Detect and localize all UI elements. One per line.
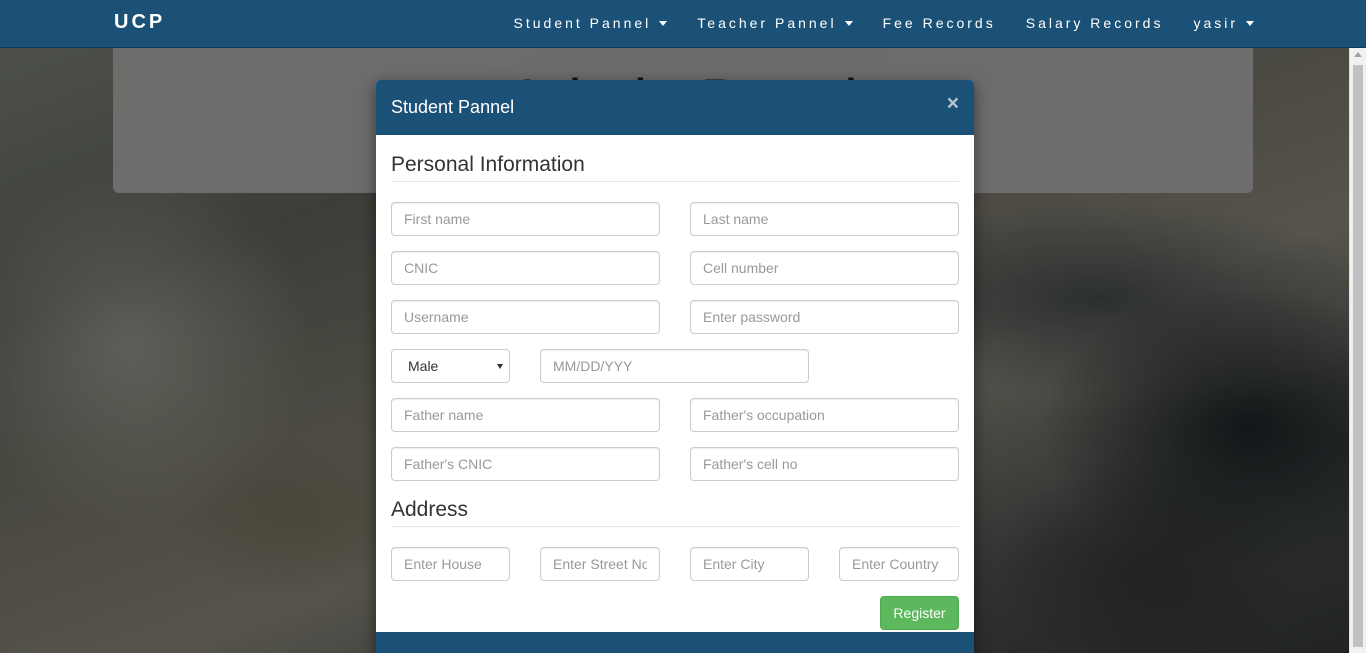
city-input[interactable] <box>690 547 809 581</box>
caret-down-icon <box>844 20 853 26</box>
modal-footer <box>376 632 974 653</box>
brand-logo[interactable]: UCP <box>114 11 165 34</box>
cnic-input[interactable] <box>391 251 660 285</box>
password-input[interactable] <box>690 300 959 334</box>
nav-menu: Student Pannel Teacher Pannel Fee Record… <box>514 0 1254 46</box>
divider <box>391 181 959 182</box>
nav-fee-records[interactable]: Fee Records <box>883 15 996 31</box>
nav-label: Teacher Pannel <box>697 15 837 31</box>
nav-label: Student Pannel <box>513 15 652 31</box>
scroll-thumb[interactable] <box>1353 65 1363 647</box>
caret-down-icon <box>659 20 668 26</box>
last-name-input[interactable] <box>690 202 959 236</box>
father-name-input[interactable] <box>391 398 660 432</box>
close-icon[interactable]: × <box>947 93 959 114</box>
date-of-birth-input[interactable] <box>540 349 809 383</box>
username-input[interactable] <box>391 300 660 334</box>
page-scrollbar[interactable] <box>1349 48 1366 653</box>
student-pannel-modal: Student Pannel × Personal Information Ma… <box>376 80 974 653</box>
nav-student-pannel[interactable]: Student Pannel <box>514 15 668 31</box>
cell-number-input[interactable] <box>690 251 959 285</box>
nav-label: Salary Records <box>1025 15 1164 31</box>
first-name-input[interactable] <box>391 202 660 236</box>
street-input[interactable] <box>540 547 660 581</box>
father-cell-input[interactable] <box>690 447 959 481</box>
modal-header: Student Pannel × <box>376 80 974 135</box>
personal-information-heading: Personal Information <box>391 153 585 176</box>
address-heading: Address <box>391 498 469 521</box>
register-button[interactable]: Register <box>880 596 959 630</box>
divider <box>391 526 959 527</box>
caret-down-icon <box>1246 20 1254 26</box>
nav-user-menu[interactable]: yasir <box>1193 15 1254 31</box>
father-cnic-input[interactable] <box>391 447 660 481</box>
country-input[interactable] <box>839 547 959 581</box>
scroll-up-arrow-icon[interactable] <box>1354 52 1362 57</box>
modal-title: Student Pannel <box>391 97 515 117</box>
nav-label: Fee Records <box>882 15 996 31</box>
nav-label: yasir <box>1193 15 1238 31</box>
nav-teacher-pannel[interactable]: Teacher Pannel <box>697 15 853 31</box>
nav-salary-records[interactable]: Salary Records <box>1026 15 1164 31</box>
gender-selected-value: Male <box>408 358 439 374</box>
father-occupation-input[interactable] <box>690 398 959 432</box>
navbar: UCP Student Pannel Teacher Pannel Fee Re… <box>0 0 1366 48</box>
house-input[interactable] <box>391 547 510 581</box>
gender-select[interactable]: Male <box>391 349 510 383</box>
dropdown-arrow-icon <box>497 364 503 369</box>
